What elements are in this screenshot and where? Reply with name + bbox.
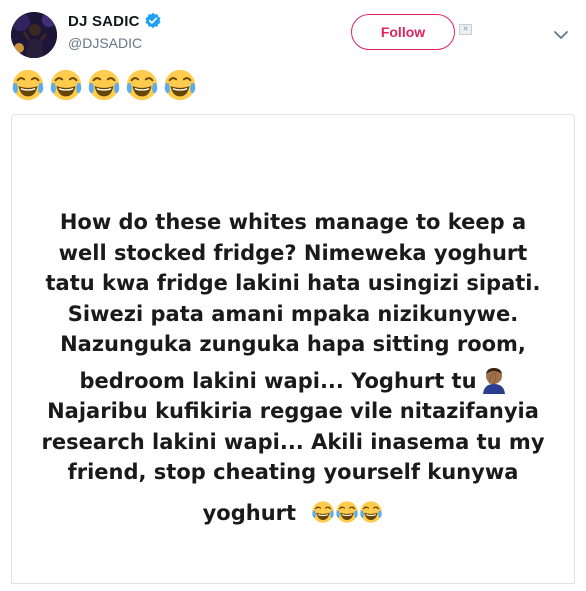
user-handle[interactable]: @DJSADIC (68, 35, 142, 51)
image-text-line-with-emoji: bedroom lakini wapi... Yoghurt tu (12, 366, 574, 397)
tears-of-joy-emoji-icon (335, 500, 359, 524)
image-text-line: tatu kwa fridge lakini hata usingizi sip… (45, 271, 541, 295)
tweet-card: DJ SADIC @DJSADIC Follow ✕ How do these … (0, 0, 586, 591)
image-text-line: Siwezi pata amani mpaka nizikunywe. (67, 301, 519, 326)
tears-of-joy-emoji-icon (359, 500, 383, 524)
tears-of-joy-emoji-icon (87, 68, 121, 102)
follow-button[interactable]: Follow (351, 14, 455, 50)
tears-of-joy-emoji-icon (11, 68, 45, 102)
image-text-line-with-emoji: yoghurt (12, 498, 574, 529)
tweet-text-emojis (11, 68, 197, 102)
image-text-line: Najaribu kufikiria reggae vile nitazifan… (47, 399, 539, 423)
chevron-down-icon[interactable] (554, 27, 568, 39)
image-text-line: yoghurt (202, 500, 297, 525)
tears-of-joy-emoji-icon (311, 500, 335, 524)
image-text-line: bedroom lakini wapi... Yoghurt tu (79, 368, 477, 393)
image-text-line: friend, stop cheating yourself kunywa (67, 460, 519, 484)
tears-of-joy-emoji-icon (125, 68, 159, 102)
display-name[interactable]: DJ SADIC (68, 13, 140, 30)
tears-of-joy-emoji-icon (163, 68, 197, 102)
image-text-line: Nazunguka zunguka hapa sitting room, (60, 332, 526, 356)
image-text-line: well stocked fridge? Nimeweka yoghurt (58, 240, 528, 265)
avatar[interactable] (11, 12, 57, 58)
image-text-line: How do these whites manage to keep a (59, 210, 527, 234)
tweet-image[interactable]: How do these whites manage to keep a wel… (11, 114, 575, 584)
verified-badge-icon (144, 12, 162, 30)
tears-of-joy-emoji-icon (49, 68, 83, 102)
name-row: DJ SADIC (68, 12, 162, 30)
image-text-line: research lakini wapi... Akili inasema tu… (41, 429, 545, 454)
image-text: How do these whites manage to keep a wel… (12, 207, 574, 528)
close-icon[interactable]: ✕ (459, 24, 472, 35)
avatar-image (11, 12, 57, 58)
man-facepalming-emoji-icon (482, 367, 505, 394)
